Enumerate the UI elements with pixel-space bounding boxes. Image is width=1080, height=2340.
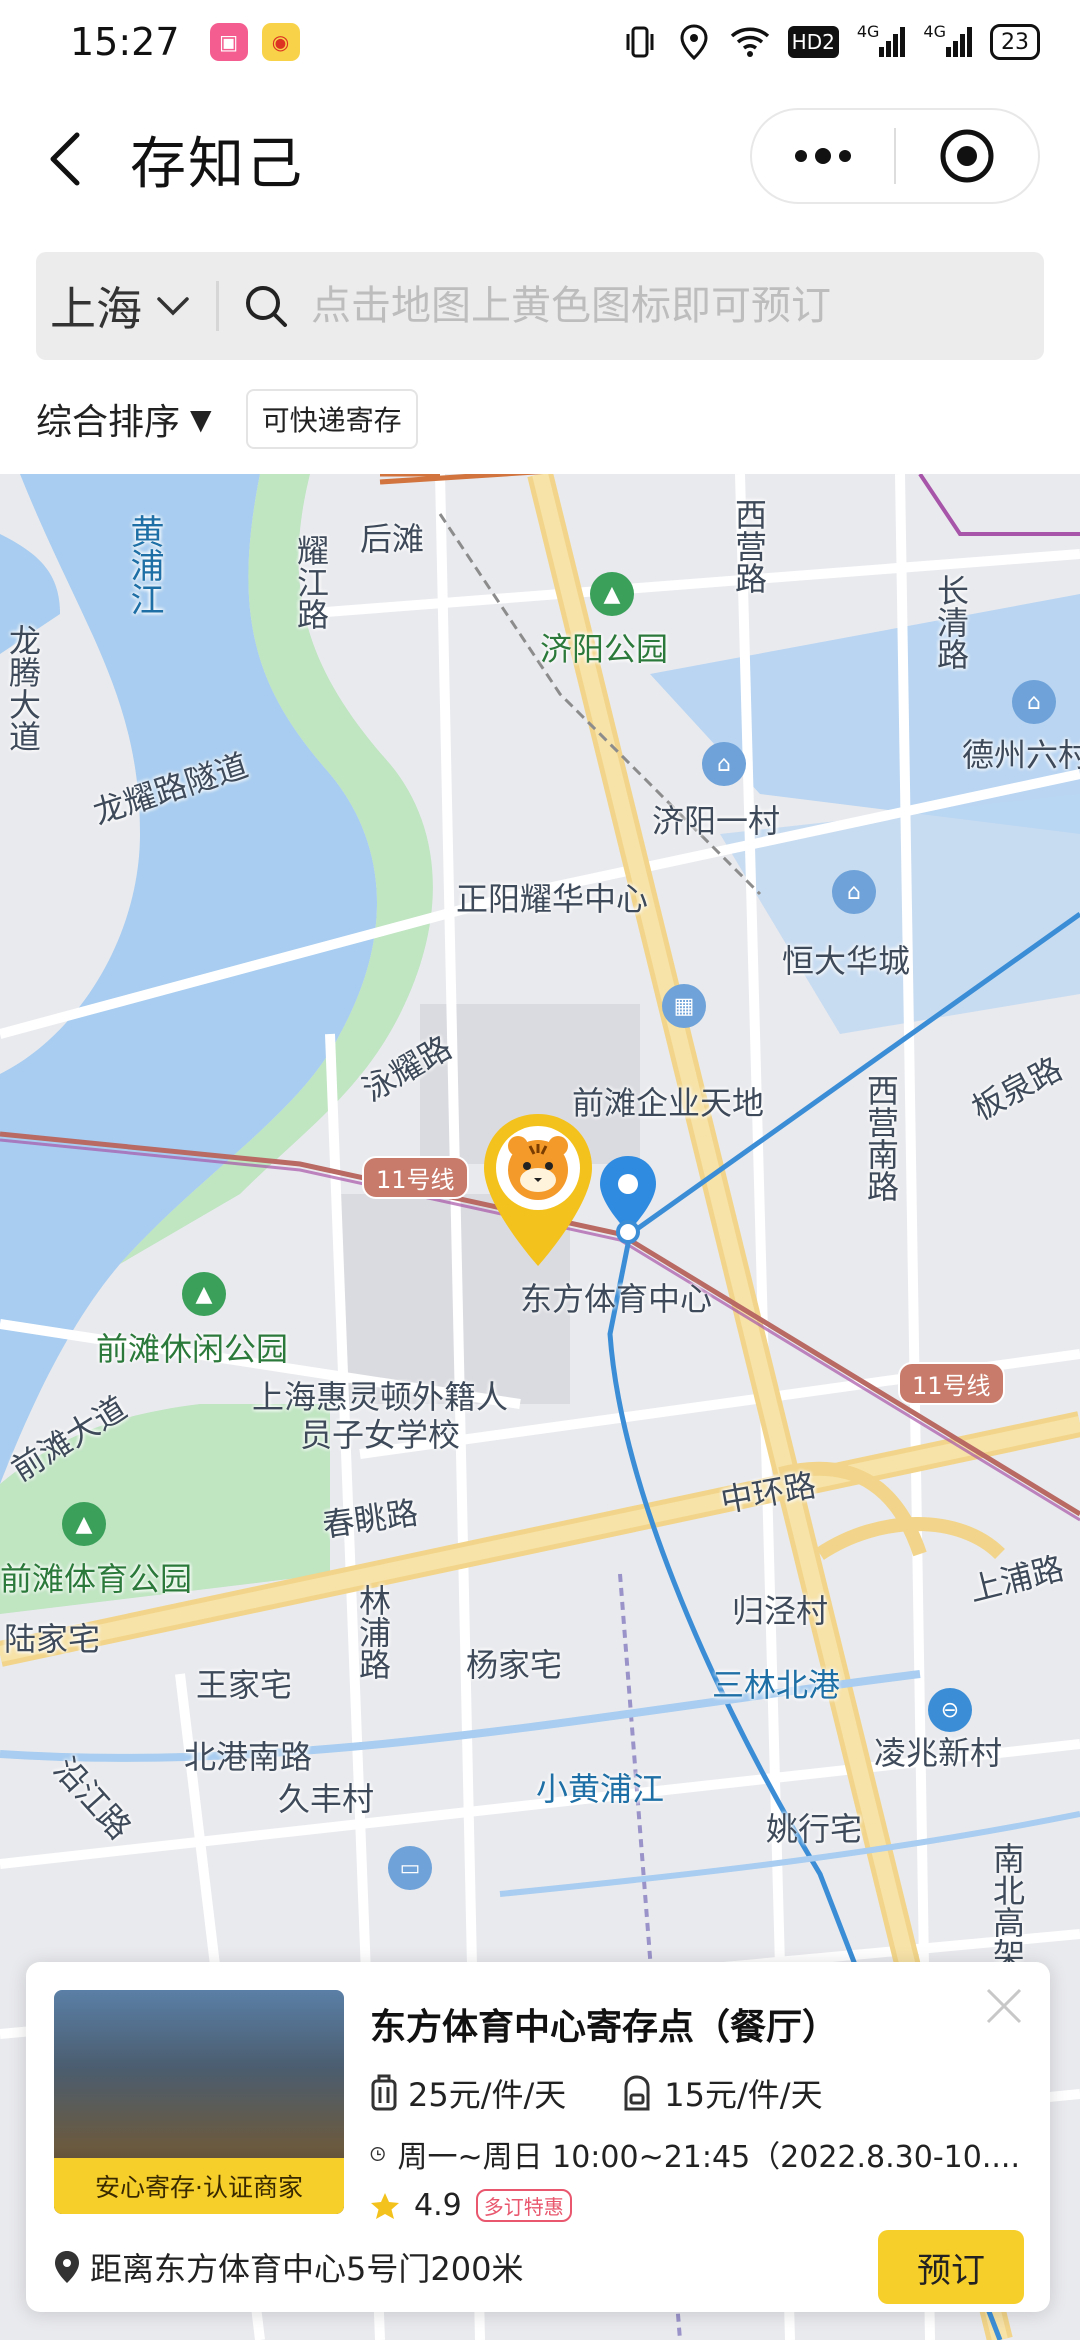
storage-location-pin[interactable] (478, 1110, 598, 1270)
map-label: 北港南路 (184, 1738, 313, 1776)
sort-dropdown[interactable]: 综合排序 ▼ (36, 393, 212, 445)
current-location-pin (600, 1156, 656, 1244)
hd-icon: HD2 (787, 26, 839, 58)
office-icon: ▦ (662, 984, 706, 1028)
price-row: 25元/件/天 15元/件/天 (370, 2070, 877, 2116)
filter-row: 综合排序 ▼ 可快递寄存 (36, 384, 418, 454)
map-label: 姚行宅 (766, 1810, 863, 1848)
map-label: 前滩企业天地 (572, 1084, 765, 1122)
map-label: 久丰村 (278, 1780, 375, 1818)
city-selector[interactable]: 上海 (36, 252, 216, 360)
close-miniapp-button[interactable] (896, 110, 1038, 202)
distance-row: 距离东方体育中心5号门200米 (54, 2244, 523, 2290)
status-bar: 15:27 ▣ ◉ HD2 4G 4G 23 (0, 0, 1080, 84)
metro-station-icon: ⊖ (928, 1688, 972, 1732)
sort-label: 综合排序 (36, 402, 181, 443)
price-small-luggage: 15元/件/天 (620, 2070, 823, 2116)
park-icon: ▲ (62, 1502, 106, 1546)
more-button[interactable] (752, 110, 894, 202)
search-bar: 上海 (36, 252, 1044, 360)
search-icon (243, 283, 289, 329)
map-label: 正阳耀华中心 (456, 880, 649, 918)
status-time: 15:27 (70, 20, 180, 64)
backpack-icon (624, 2075, 650, 2111)
map-label: 龙腾大道 (4, 624, 42, 752)
search-input[interactable] (311, 283, 911, 329)
map-label: 西营南路 (862, 1074, 900, 1202)
express-storage-chip[interactable]: 可快递寄存 (245, 389, 418, 449)
map-label: 陆家宅 (4, 1620, 101, 1658)
weibo-icon: ◉ (261, 23, 300, 61)
miniapp-capsule (750, 108, 1040, 204)
map-label: 黄浦江 (124, 514, 164, 616)
bilibili-icon: ▣ (209, 23, 248, 61)
price-large-luggage: 25元/件/天 (370, 2070, 566, 2116)
back-button[interactable] (0, 84, 130, 234)
map-label: 西营路 (730, 498, 768, 594)
vibrate-icon (622, 22, 658, 62)
star-icon (371, 2192, 399, 2219)
wifi-icon (730, 22, 770, 62)
clock-icon (370, 2146, 385, 2162)
residence-icon: ⌂ (832, 870, 876, 914)
map-label: 德州六村 (962, 736, 1080, 774)
park-icon: ▲ (182, 1272, 226, 1316)
hospital-icon: ▭ (388, 1846, 432, 1890)
more-dots-icon (795, 148, 851, 164)
metro-line-tag: 11号线 (362, 1156, 469, 1199)
opening-hours: 周一~周日 10:00~21:45（2022.8.30-10.... (370, 2132, 1020, 2176)
chevron-down-icon (157, 297, 189, 316)
status-app-icons: ▣ ◉ (209, 23, 300, 61)
map-label: 三林北港 (712, 1666, 841, 1704)
map-label: 归泾村 (732, 1592, 829, 1630)
rating-row: 4.9 多订特惠 (370, 2188, 572, 2223)
city-name: 上海 (50, 282, 142, 336)
nav-bar: 存知己 (0, 84, 1080, 234)
map-label: 东方体育中心 (520, 1280, 713, 1318)
residence-icon: ⌂ (1012, 680, 1056, 724)
map-label: 济阳一村 (652, 802, 781, 840)
status-indicators: HD2 4G 4G 23 (622, 22, 1040, 62)
store-card[interactable]: 安心寄存·认证商家 东方体育中心寄存点（餐厅） 25元/件/天 15元/件/天 … (26, 1962, 1050, 2312)
book-button[interactable]: 预订 (878, 2230, 1024, 2304)
location-marker-icon (55, 2251, 79, 2283)
map-label: 上海惠灵顿外籍人员子女学校 (251, 1378, 508, 1454)
park-icon: ▲ (590, 572, 634, 616)
residence-icon: ⌂ (702, 742, 746, 786)
map-label: 林浦路 (354, 1584, 392, 1680)
store-title: 东方体育中心寄存点（餐厅） (370, 2007, 839, 2048)
map-label: 杨家宅 (466, 1646, 563, 1684)
map-label: 前滩休闲公园 (96, 1330, 289, 1368)
map-label: 长清路 (932, 574, 970, 670)
sort-arrow-icon: ▼ (190, 402, 212, 436)
map-label: 恒大华城 (782, 942, 911, 980)
signal-icon-2: 4G (923, 22, 972, 62)
signal-icon-1: 4G (857, 22, 906, 62)
map-label: 凌兆新村 (874, 1734, 1003, 1772)
map-label: 济阳公园 (540, 630, 669, 668)
map-label: 王家宅 (196, 1666, 293, 1704)
suitcase-icon (371, 2074, 397, 2111)
target-close-icon (940, 129, 994, 183)
metro-line-tag: 11号线 (898, 1362, 1005, 1405)
close-icon (986, 1988, 1022, 2024)
location-icon (676, 22, 712, 62)
close-card-button[interactable] (982, 1984, 1026, 2028)
promo-badge: 多订特惠 (475, 2189, 572, 2222)
map-label: 小黄浦江 (536, 1770, 665, 1808)
map-label: 后滩 (360, 520, 425, 558)
map-label: 前滩体育公园 (0, 1560, 193, 1598)
map-label: 南北高架 (988, 1842, 1026, 1970)
battery-icon: 23 (990, 24, 1040, 60)
certified-badge: 安心寄存·认证商家 (54, 2158, 344, 2214)
map-label: 耀江路 (292, 534, 330, 630)
search-divider (216, 281, 219, 331)
chevron-left-icon (50, 132, 80, 186)
page-title: 存知己 (130, 131, 304, 197)
store-photo: 安心寄存·认证商家 (54, 1990, 344, 2214)
